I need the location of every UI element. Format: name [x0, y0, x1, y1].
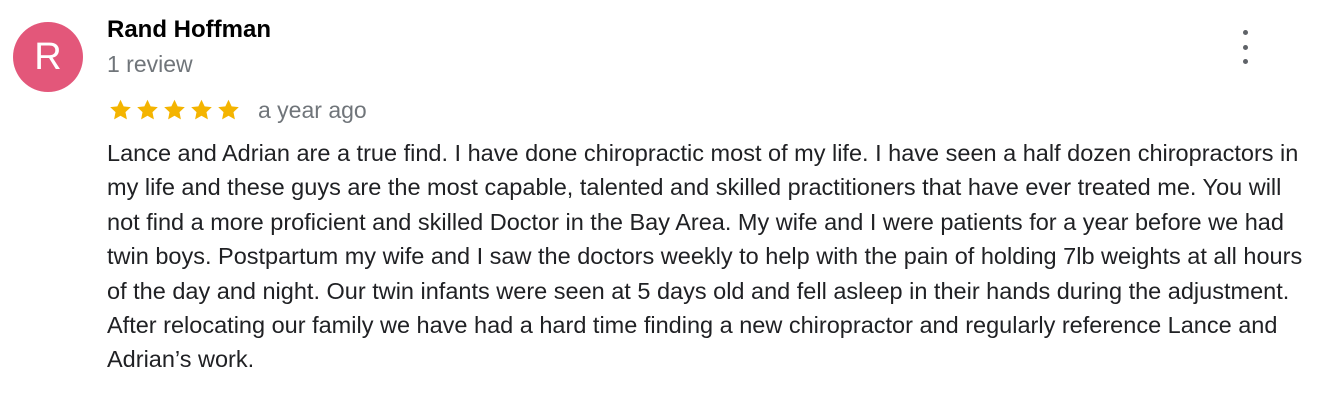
- review-card: R Rand Hoffman 1 review a year ago Lance…: [0, 0, 1334, 400]
- star-icon: [137, 99, 158, 120]
- reviewer-name[interactable]: Rand Hoffman: [107, 15, 271, 45]
- star-icon: [110, 99, 131, 120]
- more-vert-icon: [1242, 44, 1248, 50]
- star-icon: [164, 99, 185, 120]
- more-vert-icon: [1242, 30, 1248, 35]
- review-date: a year ago: [258, 97, 367, 123]
- star-rating: [107, 97, 242, 123]
- review-text: Lance and Adrian are a true find. I have…: [107, 140, 1303, 373]
- avatar[interactable]: R: [13, 22, 83, 92]
- rating-row: a year ago: [107, 95, 367, 125]
- avatar-initial: R: [34, 35, 62, 78]
- more-vert-icon: [1242, 59, 1248, 64]
- review-count: 1 review: [107, 51, 193, 77]
- star-icon: [191, 99, 212, 120]
- star-icon: [218, 99, 239, 120]
- more-options-button[interactable]: [1230, 30, 1260, 64]
